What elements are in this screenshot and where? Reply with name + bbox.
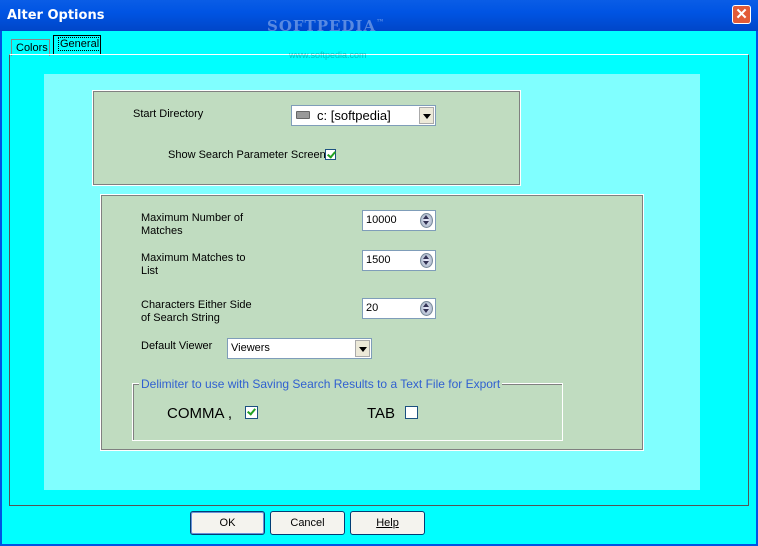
default-viewer-value: Viewers	[231, 342, 270, 354]
tab-delim-label: TAB	[367, 405, 396, 422]
drive-icon	[296, 111, 310, 119]
watermark: SOFTPEDIA™	[267, 17, 386, 35]
comma-checkbox[interactable]	[245, 406, 258, 419]
max-matches-stepper[interactable]: 10000	[362, 210, 436, 231]
show-search-label: Show Search Parameter Screen	[168, 149, 326, 161]
tab-delim-checkbox[interactable]	[405, 406, 418, 419]
tab-general-label: General	[58, 37, 102, 51]
spin-icon[interactable]	[420, 301, 433, 316]
max-matches-label: Maximum Number of Matches	[141, 212, 244, 237]
drive-select-value: c: [softpedia]	[317, 108, 391, 123]
default-viewer-label: Default Viewer	[141, 340, 213, 352]
max-list-stepper[interactable]: 1500	[362, 250, 436, 271]
max-list-label: Maximum Matches to List	[141, 252, 246, 277]
chars-side-label: Characters Either Side of Search String	[141, 299, 252, 324]
show-search-checkbox[interactable]	[325, 149, 336, 160]
spin-icon[interactable]	[420, 253, 433, 268]
window-title: Alter Options	[7, 8, 105, 23]
max-list-value: 1500	[366, 254, 391, 266]
title-bar[interactable]: Alter Options SOFTPEDIA™ ✕	[0, 0, 758, 35]
tab-general[interactable]: General	[53, 35, 102, 54]
chars-side-stepper[interactable]: 20	[362, 298, 436, 319]
ok-button[interactable]: OK	[190, 511, 265, 535]
max-matches-value: 10000	[366, 214, 397, 226]
help-button[interactable]: Help	[350, 511, 425, 535]
close-icon: ✕	[735, 6, 748, 23]
chevron-down-icon[interactable]	[419, 107, 434, 124]
comma-label: COMMA ,	[167, 405, 233, 422]
start-directory-label: Start Directory	[133, 108, 204, 120]
window-border-left	[0, 31, 2, 546]
chevron-down-icon[interactable]	[355, 340, 370, 357]
drive-select[interactable]: c: [softpedia]	[291, 105, 436, 126]
chars-side-value: 20	[366, 302, 379, 314]
delimiter-legend: Delimiter to use with Saving Search Resu…	[139, 377, 503, 391]
default-viewer-select[interactable]: Viewers	[227, 338, 372, 359]
close-button[interactable]: ✕	[732, 5, 751, 24]
tab-colors-label: Colors	[16, 42, 48, 54]
watermark-url: www.softpedia.com	[289, 50, 367, 60]
spin-icon[interactable]	[420, 213, 433, 228]
cancel-button[interactable]: Cancel	[270, 511, 345, 535]
